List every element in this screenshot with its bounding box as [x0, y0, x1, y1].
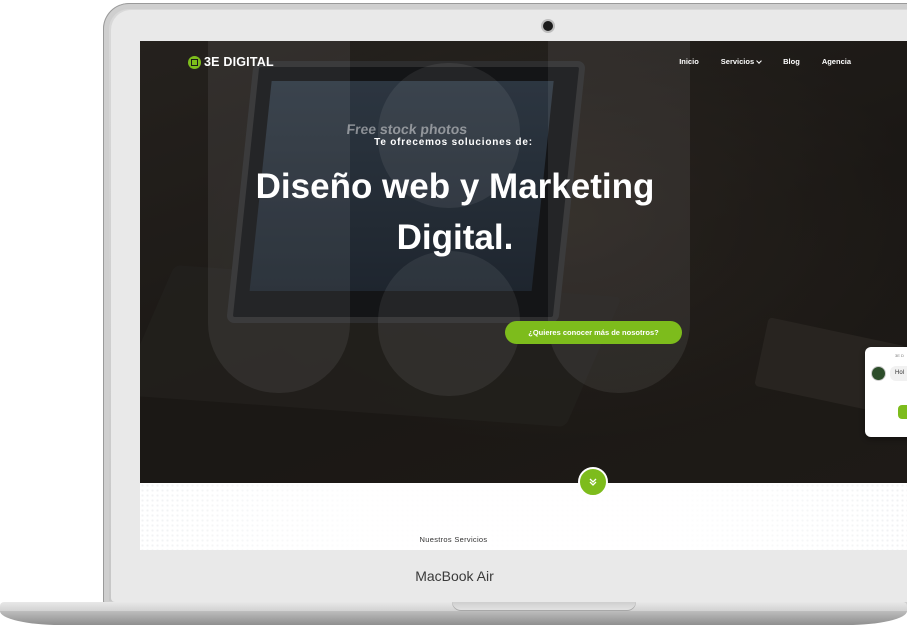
hero-decor-shape: [378, 251, 520, 396]
scroll-down-button[interactable]: [578, 467, 608, 497]
nav-item-inicio[interactable]: Inicio: [679, 57, 699, 66]
chat-message: Hol: [890, 366, 907, 381]
main-nav: Inicio Servicios Blog Agencia: [657, 57, 851, 66]
hero-subtitle: Te ofrecemos soluciones de:: [374, 137, 533, 148]
nav-item-blog[interactable]: Blog: [783, 57, 800, 66]
nav-label: Agencia: [821, 57, 851, 66]
chat-reply-button[interactable]: [898, 405, 907, 419]
site-logo[interactable]: 3E DIGITAL: [188, 55, 274, 69]
nav-item-servicios[interactable]: Servicios: [720, 57, 762, 66]
cta-button[interactable]: ¿Quieres conocer más de nosotros?: [505, 321, 682, 344]
camera-icon: [543, 21, 553, 31]
device-model-label: MacBook Air: [0, 568, 907, 584]
laptop-base-bottom: [0, 611, 907, 625]
hero-title-line2: Digital.: [396, 218, 514, 257]
nav-label: Servicios: [720, 57, 755, 66]
section-title: Nuestros Servicios: [419, 535, 488, 544]
logo-icon: [188, 55, 201, 69]
logo-text: 3E DIGITAL: [204, 55, 274, 69]
chevron-down-icon: [756, 57, 762, 64]
chat-avatar: [872, 367, 885, 380]
nav-label: Inicio: [679, 57, 699, 66]
laptop-notch: [452, 602, 636, 611]
chat-widget[interactable]: 3E D Hol: [865, 347, 907, 437]
chat-title: 3E D: [895, 353, 904, 358]
hero-title-line1: Diseño web y Marketing: [255, 167, 655, 206]
double-chevron-down-icon: [589, 478, 597, 486]
nav-item-agencia[interactable]: Agencia: [822, 57, 851, 66]
nav-label: Blog: [783, 57, 800, 66]
hero-title: Diseño web y Marketing Digital.: [225, 161, 685, 263]
laptop-screen: Free stock photos 3E DIGITAL Inicio Serv…: [140, 41, 907, 550]
device-model-text: MacBook Air: [415, 568, 494, 584]
